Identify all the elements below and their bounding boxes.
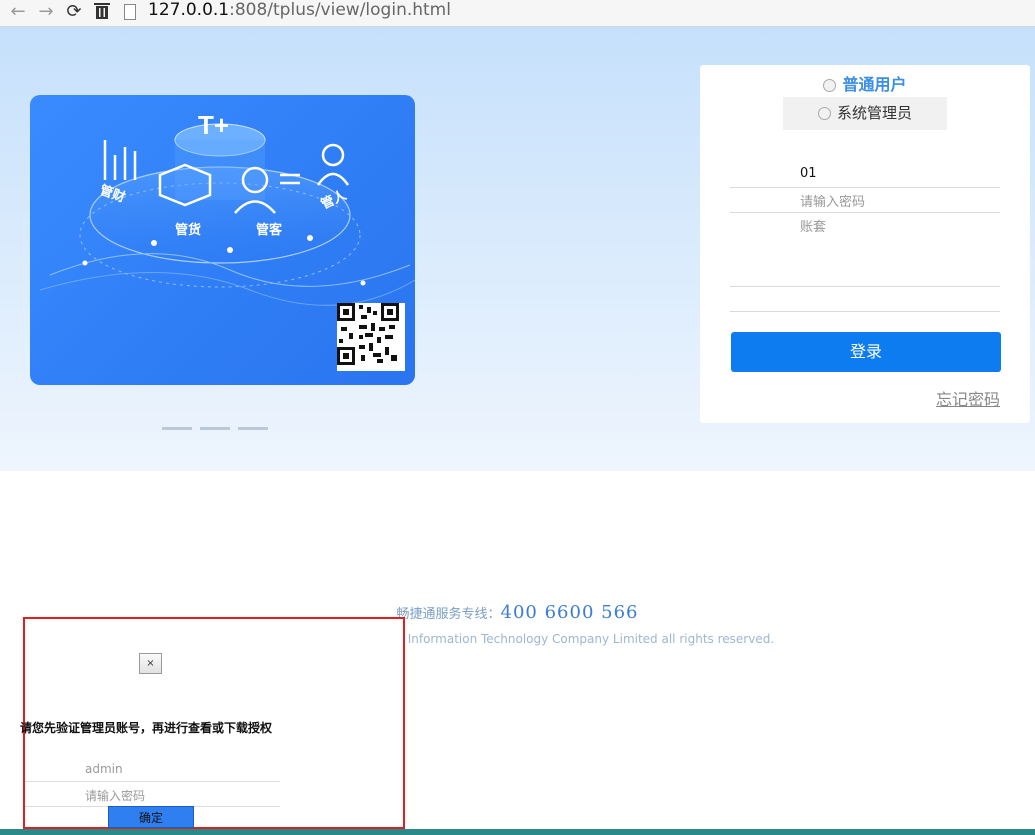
- address-bar[interactable]: 127.0.0.1:808/tplus/view/login.html: [120, 0, 1030, 23]
- carousel-dot[interactable]: [162, 427, 192, 430]
- url-host: 127.0.0.1: [148, 0, 230, 20]
- label-goods: 管货: [175, 223, 202, 238]
- extra-input[interactable]: [730, 287, 1000, 312]
- username-placeholder: admin: [85, 762, 123, 776]
- qr-code: [337, 303, 405, 371]
- forward-icon[interactable]: →: [36, 2, 56, 22]
- hotline-number: 400 6600 566: [500, 602, 639, 623]
- carousel-dot[interactable]: [200, 427, 230, 430]
- logo-text: T+: [198, 110, 230, 140]
- account-input[interactable]: 01: [730, 163, 1000, 188]
- page-icon: [124, 4, 136, 20]
- role-normal-option[interactable]: 普通用户: [700, 71, 1030, 95]
- hotline-label: 畅捷通服务专线：: [396, 607, 501, 622]
- login-button[interactable]: 登录: [731, 332, 1001, 372]
- url-path: :808/tplus/view/login.html: [229, 0, 451, 20]
- label-customer: 管客: [256, 223, 283, 238]
- dialog-message: 请您先验证管理员账号，再进行查看或下载授权: [20, 721, 273, 735]
- password-input[interactable]: 请输入密码: [730, 188, 1000, 213]
- browser-toolbar: ← → ⟳ 127.0.0.1:808/tplus/view/login.htm…: [0, 0, 1035, 27]
- close-button[interactable]: ×: [139, 653, 162, 674]
- trash-icon[interactable]: [92, 2, 112, 22]
- radio-icon[interactable]: [817, 107, 831, 120]
- password-placeholder: 请输入密码: [800, 195, 866, 210]
- taskbar: [0, 829, 1035, 835]
- forgot-password-link[interactable]: 忘记密码: [936, 386, 1000, 410]
- account-value: 01: [800, 166, 817, 181]
- role-admin-option[interactable]: 系统管理员: [783, 97, 947, 130]
- login-panel: 普通用户 系统管理员 01 请输入密码 账套 登录 忘记密码: [700, 65, 1030, 423]
- admin-username-input[interactable]: admin: [25, 757, 280, 782]
- confirm-button[interactable]: 确定: [108, 806, 194, 828]
- account-book-placeholder: 账套: [800, 220, 827, 235]
- carousel-dot[interactable]: [238, 427, 268, 430]
- promo-card: T+ 管财 管货 管客 管人: [30, 95, 415, 385]
- hero-banner: T+ 管财 管货 管客 管人 普通用户 系统管理员 01 请输入密码 账套 登录…: [0, 27, 1035, 471]
- carousel-indicators: [162, 415, 276, 434]
- role-normal-label: 普通用户: [842, 75, 907, 94]
- admin-verify-dialog: × 请您先验证管理员账号，再进行查看或下载授权 admin 请输入密码 确定: [20, 617, 405, 829]
- password-placeholder: 请输入密码: [85, 789, 146, 803]
- reload-icon[interactable]: ⟳: [64, 2, 84, 22]
- radio-icon[interactable]: [823, 79, 837, 92]
- role-admin-label: 系统管理员: [836, 104, 912, 122]
- url-text: 127.0.0.1:808/tplus/view/login.html: [148, 0, 451, 20]
- admin-password-input[interactable]: 请输入密码: [25, 782, 280, 807]
- back-icon[interactable]: ←: [8, 2, 28, 22]
- account-book-select[interactable]: 账套: [730, 213, 1000, 287]
